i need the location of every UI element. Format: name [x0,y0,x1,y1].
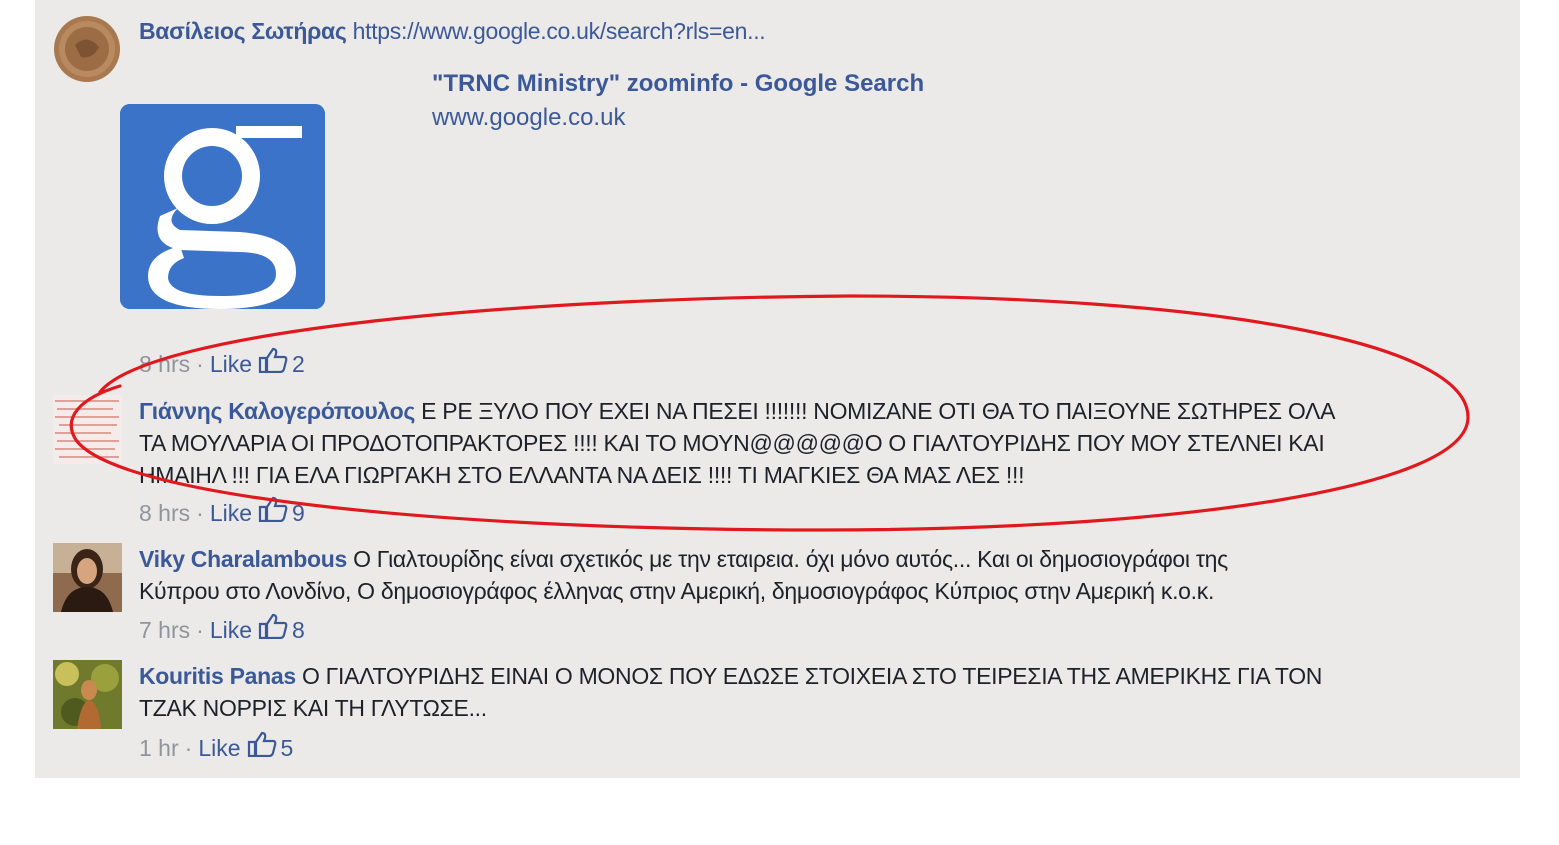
comment-time[interactable]: 7 hrs [139,615,190,645]
comment-text-line: ΤΖΑΚ ΝΟΡΡΙΣ ΚΑΙ ΤΗ ΓΛΥΤΩΣΕ... [139,695,487,721]
separator: · [196,350,204,377]
like-button[interactable]: Like [210,615,252,645]
avatar[interactable] [53,660,122,729]
comment-text: Ο Γιαλτουρίδης είναι σχετικός με την ετα… [353,546,1228,572]
thumbs-up-icon[interactable] [258,347,288,380]
separator: · [184,734,193,761]
like-button[interactable]: Like [210,349,252,379]
comment-author[interactable]: Kouritis Panas [139,663,296,689]
thumbs-up-icon[interactable] [247,731,277,764]
comment-text-line: Kouritis Panas Ο ΓΙΑΛΤΟΥΡΙΔΗΣ ΕΙΝΑΙ Ο ΜΟ… [139,660,1322,692]
google-g-icon[interactable] [120,104,325,309]
comment-body: Βασίλειος Σωτήρας https://www.google.co.… [139,15,766,47]
like-count[interactable]: 2 [292,349,305,379]
comment-text-line: Γιάννης Καλογερόπουλος Ε ΡΕ ΞΥΛΟ ΠΟΥ ΕΧΕ… [139,395,1335,427]
comment-author[interactable]: Γιάννης Καλογερόπουλος [139,398,415,424]
like-count[interactable]: 5 [281,733,294,763]
like-count[interactable]: 9 [292,498,305,528]
comment-text-line: Κύπρου στο Λονδίνο, Ο δημοσιογράφος έλλη… [139,578,1215,604]
avatar[interactable] [53,543,122,612]
like-button[interactable]: Like [210,498,252,528]
comment-meta: 8 hrs · Like 2 [139,347,305,380]
comment-meta: 7 hrs · Like 8 [139,613,305,646]
comment-body: Γιάννης Καλογερόπουλος Ε ΡΕ ΞΥΛΟ ΠΟΥ ΕΧΕ… [139,395,1335,491]
separator: · [196,499,204,526]
comment-time[interactable]: 1 hr [139,733,179,763]
avatar[interactable] [53,395,122,464]
like-button[interactable]: Like [198,733,240,763]
separator: · [196,616,204,643]
comment-body: Viky Charalambous Ο Γιαλτουρίδης είναι σ… [139,543,1228,607]
comment-time[interactable]: 8 hrs [139,349,190,379]
thumbs-up-icon[interactable] [258,496,288,529]
thumbs-up-icon[interactable] [258,613,288,646]
comment-author[interactable]: Βασίλειος Σωτήρας [139,18,347,44]
comment-text: Ε ΡΕ ΞΥΛΟ ΠΟΥ ΕΧΕΙ ΝΑ ΠΕΣΕΙ !!!!!!! ΝΟΜΙ… [421,398,1336,424]
comment-link[interactable]: https://www.google.co.uk/search?rls=en..… [353,18,766,44]
link-preview-title[interactable]: "TRNC Ministry" zoominfo - Google Search [432,70,924,98]
comment-text-line: Viky Charalambous Ο Γιαλτουρίδης είναι σ… [139,543,1228,575]
comment-text-line: Βασίλειος Σωτήρας https://www.google.co.… [139,15,766,47]
like-count[interactable]: 8 [292,615,305,645]
comment-meta: 8 hrs · Like 9 [139,496,305,529]
comment-text: Ο ΓΙΑΛΤΟΥΡΙΔΗΣ ΕΙΝΑΙ Ο ΜΟΝΟΣ ΠΟΥ ΕΔΩΣΕ Σ… [301,663,1323,689]
comment-author[interactable]: Viky Charalambous [139,546,347,572]
avatar[interactable] [53,15,122,84]
comment-meta: 1 hr · Like 5 [139,731,293,764]
link-preview-domain: www.google.co.uk [432,104,626,131]
comment-text-line: ΤΑ ΜΟΥΛΑΡΙΑ ΟΙ ΠΡΟΔΟΤΟΠΡΑΚΤΟΡΕΣ !!!! ΚΑΙ… [139,430,1325,456]
comment-text-line: ΗΜΑΙΗΛ !!! ΓΙΑ ΕΛΑ ΓΙΩΡΓΑΚΗ ΣΤΟ ΕΛΛΑΝΤΑ … [139,462,1025,488]
comment-body: Kouritis Panas Ο ΓΙΑΛΤΟΥΡΙΔΗΣ ΕΙΝΑΙ Ο ΜΟ… [139,660,1322,724]
comment-time[interactable]: 8 hrs [139,498,190,528]
